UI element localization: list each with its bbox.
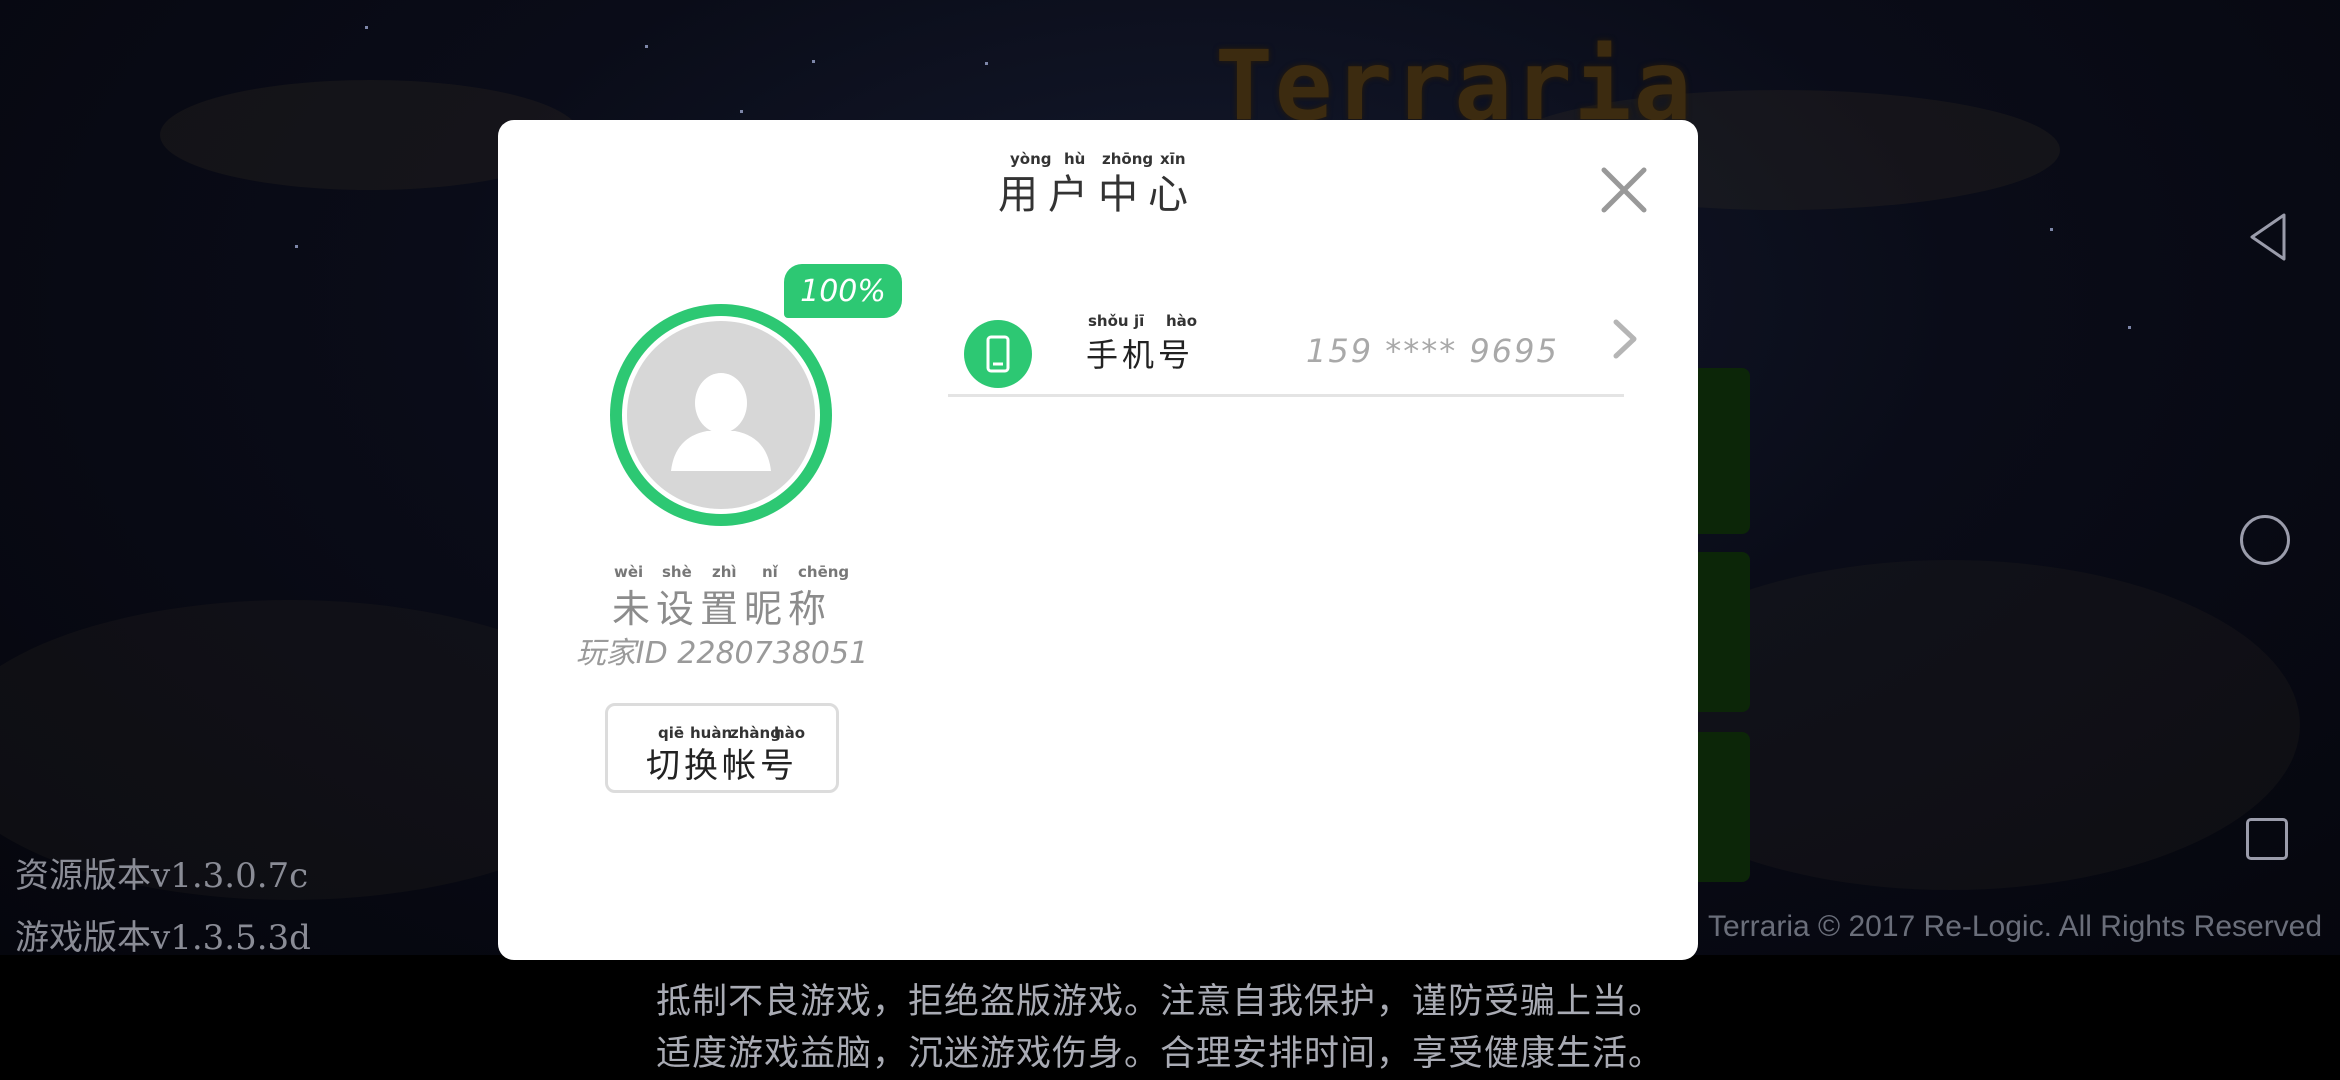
switch-account-label: 切换帐号 [646,746,798,786]
star [2128,326,2131,329]
dialog-title: 用户中心 [998,172,1198,218]
chevron-right-icon[interactable] [1606,314,1646,364]
avatar-placeholder [627,321,815,509]
recent-apps-icon[interactable] [2246,818,2288,860]
home-icon[interactable] [2240,515,2290,565]
health-advisory: 抵制不良游戏，拒绝盗版游戏。注意自我保护，谨防受骗上当。 适度游戏益脑，沉迷游戏… [0,955,2340,1080]
star [740,110,743,113]
phone-number-value: 159 **** 9695 [1306,332,1559,370]
avatar[interactable] [610,304,832,526]
phone-icon [986,335,1010,373]
star [295,245,298,248]
star [985,62,988,65]
user-silhouette-icon [671,373,771,471]
screen: Terraria 资源版本v1.3.0.7c 游戏版本v1.3.5.3d Ter… [0,0,2340,1080]
star [812,60,815,63]
user-center-dialog: yòng hù zhōng xīn 用户中心 100% wèi shè zhì … [498,120,1698,960]
phone-label: 手机号 [1086,336,1195,374]
star [2050,228,2053,231]
resource-version: 资源版本v1.3.0.7c [15,856,309,896]
phone-pinyin-2: jī [1134,312,1145,330]
phone-icon-badge [964,320,1032,388]
player-id: 玩家ID 2280738051 [575,636,869,671]
row-divider [948,394,1624,397]
avatar-border [622,316,820,514]
nickname[interactable]: 未设置昵称 [498,578,946,633]
close-icon[interactable] [1598,164,1650,216]
star [645,45,648,48]
phone-pinyin-1: shǒu [1088,312,1129,330]
profile-completion-badge: 100% [784,264,902,318]
advisory-line-1: 抵制不良游戏，拒绝盗版游戏。注意自我保护，谨防受骗上当。 [655,982,1664,1022]
navigation-bar [2220,0,2340,955]
phone-number-row[interactable]: shǒu jī hào 手机号 159 **** 9695 [948,290,1624,390]
advisory-line-2: 适度游戏益脑，沉迷游戏伤身。合理安排时间，享受健康生活。 [655,1034,1664,1074]
back-icon[interactable] [2248,212,2288,262]
game-version: 游戏版本v1.3.5.3d [15,918,311,958]
phone-pinyin-3: hào [1166,312,1198,330]
switch-account-button[interactable]: qiē huàn zhàng hào 切换帐号 [605,703,839,793]
star [365,26,368,29]
